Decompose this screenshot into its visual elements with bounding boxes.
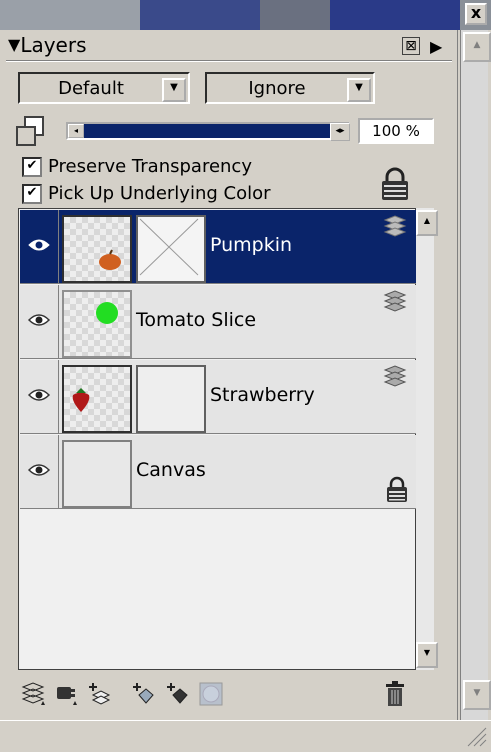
header-divider: [6, 60, 452, 62]
ignore-mode-select[interactable]: Ignore ▼: [205, 72, 375, 104]
merge-layers-button[interactable]: [162, 678, 190, 708]
pumpkin-icon: [99, 249, 121, 270]
opacity-mode-icon[interactable]: [16, 116, 46, 146]
slider-left-arrow-icon[interactable]: ◂: [68, 124, 84, 138]
blend-mode-select[interactable]: Default ▼: [18, 72, 190, 104]
new-shape-layer-icon: [133, 683, 154, 704]
window-title-strip: [0, 0, 491, 30]
new-dynamic-layer-icon: [57, 687, 77, 705]
layer-name: Strawberry: [210, 384, 315, 406]
green-dot-icon: [96, 302, 118, 324]
scroll-down-icon[interactable]: ▼: [463, 680, 491, 710]
new-layer-icon: [89, 683, 111, 705]
resize-grip-icon[interactable]: [462, 722, 488, 748]
eye-icon: [28, 464, 50, 476]
lock-icon: [387, 476, 407, 502]
layer-name: Pumpkin: [210, 234, 293, 256]
layer-effect-button[interactable]: [196, 678, 224, 708]
eye-icon: [28, 239, 50, 251]
layer-stack-icon: [383, 290, 407, 312]
layer-row-tomato-slice[interactable]: Tomato Slice: [20, 285, 416, 359]
checkbox-label: Preserve Transparency: [48, 156, 252, 177]
layer-name: Canvas: [136, 459, 206, 481]
layer-row-strawberry[interactable]: Strawberry: [20, 360, 416, 434]
layer-name: Tomato Slice: [136, 309, 257, 331]
pick-up-underlying-color-checkbox[interactable]: ✔ Pick Up Underlying Color: [22, 183, 271, 204]
chevron-down-icon[interactable]: ▼: [347, 78, 371, 102]
layer-mask-thumbnail: [136, 365, 206, 433]
scroll-up-icon[interactable]: ▲: [463, 32, 491, 62]
visibility-toggle[interactable]: [20, 435, 59, 508]
new-shape-layer-button[interactable]: [128, 678, 156, 708]
layer-thumbnail: [62, 215, 132, 283]
strawberry-icon: [72, 388, 90, 412]
trash-icon: [386, 681, 404, 706]
layer-stack-icon: [383, 215, 407, 237]
layer-row-canvas[interactable]: Canvas: [20, 435, 416, 509]
eye-icon: [28, 314, 50, 326]
layer-properties-button[interactable]: [18, 678, 46, 708]
visibility-toggle[interactable]: [20, 210, 59, 283]
ignore-mode-value: Ignore: [248, 78, 306, 99]
layer-stack-icon: [383, 365, 407, 387]
layer-effect-icon: [199, 682, 223, 706]
delete-layer-button[interactable]: [380, 678, 408, 708]
layer-row-pumpkin[interactable]: Pumpkin: [20, 210, 416, 284]
new-dynamic-layer-button[interactable]: [50, 678, 78, 708]
merge-layers-icon: [167, 683, 188, 704]
layer-properties-icon: [21, 682, 45, 705]
visibility-toggle[interactable]: [20, 360, 59, 433]
preserve-transparency-checkbox[interactable]: ✔ Preserve Transparency: [22, 156, 252, 177]
collapse-triangle-icon[interactable]: ▼: [8, 35, 20, 54]
layer-thumbnail: [62, 365, 132, 433]
status-strip: [0, 720, 491, 750]
panel-dock-scrollbar[interactable]: ▲ ▼: [460, 30, 491, 720]
layer-mask-thumbnail: [136, 215, 206, 283]
layers-scrollbar[interactable]: ▲ ▼: [416, 208, 438, 670]
checkmark-icon[interactable]: ✔: [22, 184, 42, 204]
panel-close-icon[interactable]: ⊠: [402, 37, 420, 55]
eye-icon: [28, 389, 50, 401]
opacity-value-field[interactable]: 100 %: [358, 118, 434, 144]
layer-thumbnail: [62, 290, 132, 358]
opacity-slider-thumb[interactable]: ◂▸: [330, 123, 350, 141]
lock-icon[interactable]: [378, 166, 412, 202]
chevron-down-icon[interactable]: ▼: [162, 78, 186, 102]
panel-title-label: Layers: [20, 33, 87, 57]
scroll-up-icon[interactable]: ▲: [416, 210, 438, 236]
scroll-down-icon[interactable]: ▼: [416, 642, 438, 668]
visibility-toggle[interactable]: [20, 285, 59, 358]
window-close-button[interactable]: x: [465, 3, 487, 25]
checkmark-icon[interactable]: ✔: [22, 157, 42, 177]
checkbox-label: Pick Up Underlying Color: [48, 183, 271, 204]
blend-mode-value: Default: [58, 78, 124, 99]
opacity-slider[interactable]: ◂▸: [66, 122, 350, 141]
new-layer-button[interactable]: [84, 678, 112, 708]
panel-options-arrow-icon[interactable]: ▶: [430, 37, 442, 56]
layer-thumbnail: [62, 440, 132, 508]
layers-list: Pumpkin Tomato Slice Strawberry Canvas: [18, 208, 416, 670]
panel-title[interactable]: ▼Layers: [8, 33, 87, 57]
opacity-slider-fill: [68, 124, 348, 138]
